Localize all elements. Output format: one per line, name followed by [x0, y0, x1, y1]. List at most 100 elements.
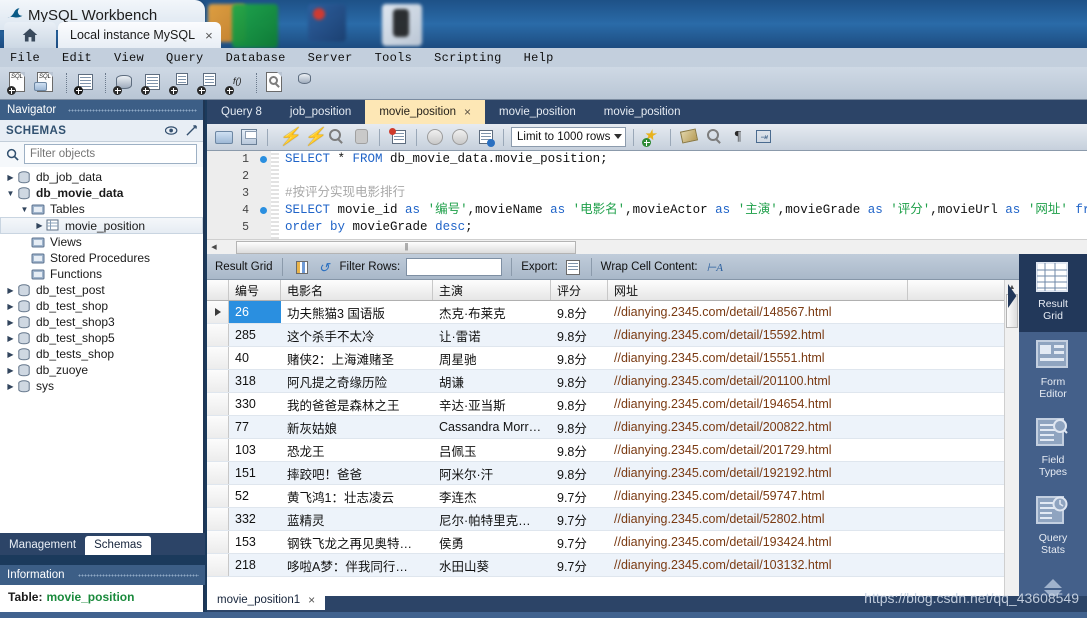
chevron-down-icon[interactable]: ▼: [4, 189, 17, 198]
table-cell-name[interactable]: 赌侠2：上海滩赌圣: [281, 347, 433, 369]
table-cell-grade[interactable]: 9.8分: [551, 416, 608, 438]
execute-statement-icon[interactable]: ⚡: [275, 126, 300, 148]
table-row[interactable]: 153 钢铁飞龙之再见奥特… 侯勇 9.7分//dianying.2345.com/d…: [207, 531, 1018, 554]
toggle-schema-contents-icon[interactable]: [165, 125, 179, 136]
tree-item-db-tests-shop[interactable]: ▶ db_tests_shop: [0, 346, 203, 362]
row-marker[interactable]: [207, 347, 229, 369]
chevron-right-icon[interactable]: ▶: [4, 366, 17, 375]
menu-scripting[interactable]: Scripting: [423, 51, 513, 65]
new-table-icon[interactable]: [140, 70, 166, 96]
chevron-right-icon[interactable]: ▶: [4, 382, 17, 391]
table-cell-name[interactable]: 摔跤吧！爸爸: [281, 462, 433, 484]
table-cell-id[interactable]: 26: [229, 301, 281, 323]
table-cell-url[interactable]: //dianying.2345.com/detail/59747.html: [608, 485, 908, 507]
column-header-grade[interactable]: 评分: [551, 280, 608, 300]
autocommit-icon[interactable]: [474, 126, 496, 148]
row-marker[interactable]: [207, 416, 229, 438]
table-cell-url[interactable]: //dianying.2345.com/detail/201100.html: [608, 370, 908, 392]
close-icon[interactable]: ×: [308, 593, 315, 607]
table-cell-grade[interactable]: 9.7分: [551, 508, 608, 530]
beautify-sql-icon[interactable]: [678, 126, 700, 148]
open-sql-file-icon[interactable]: SQL: [34, 70, 60, 96]
tree-item-movie-position[interactable]: ▶ movie_position: [0, 217, 203, 234]
table-cell-grade[interactable]: 9.8分: [551, 347, 608, 369]
save-script-icon[interactable]: [238, 126, 260, 148]
rollback-icon[interactable]: [449, 126, 471, 148]
table-cell-actor[interactable]: 尼尔·帕特里克…: [433, 508, 551, 530]
table-cell-actor[interactable]: 胡谦: [433, 370, 551, 392]
table-cell-grade[interactable]: 9.8分: [551, 462, 608, 484]
tab-schemas[interactable]: Schemas: [85, 536, 152, 555]
table-row[interactable]: 285 这个杀手不太冷 让·雷诺 9.8分//dianying.2345.com/de…: [207, 324, 1018, 347]
table-cell-actor[interactable]: 吕佩玉: [433, 439, 551, 461]
sql-code-area[interactable]: SELECT * FROM db_movie_data.movie_positi…: [279, 151, 1087, 239]
column-header-id[interactable]: 编号: [229, 280, 281, 300]
side-panel-item-result-grid[interactable]: Result Grid: [1019, 254, 1087, 332]
tree-item-sys[interactable]: ▶ sys: [0, 378, 203, 394]
chevron-right-icon[interactable]: ▶: [33, 221, 46, 230]
editor-tab-1-job-position[interactable]: job_position: [276, 100, 365, 124]
tree-item-db-job-data[interactable]: ▶ db_job_data: [0, 169, 203, 185]
row-marker[interactable]: [207, 508, 229, 530]
new-sql-file-icon[interactable]: SQL: [6, 70, 32, 96]
table-cell-url[interactable]: //dianying.2345.com/detail/192192.html: [608, 462, 908, 484]
table-row[interactable]: 332 蓝精灵 尼尔·帕特里克… 9.7分//dianying.2345.com/de…: [207, 508, 1018, 531]
connection-info-icon[interactable]: [73, 70, 99, 96]
table-cell-url[interactable]: //dianying.2345.com/detail/52802.html: [608, 508, 908, 530]
tab-local-instance-mysql[interactable]: Local instance MySQL ×: [58, 22, 221, 48]
new-schema-icon[interactable]: [112, 70, 138, 96]
menu-file[interactable]: File: [0, 51, 51, 65]
table-cell-name[interactable]: 功夫熊猫3 国语版: [281, 301, 433, 323]
row-marker[interactable]: [207, 485, 229, 507]
new-function-icon[interactable]: f(): [224, 70, 250, 96]
table-row[interactable]: 40 赌侠2：上海滩赌圣 周星驰 9.8分//dianying.2345.com/de…: [207, 347, 1018, 370]
row-marker[interactable]: [207, 531, 229, 553]
side-panel-item-field-types[interactable]: Field Types: [1019, 410, 1087, 488]
new-view-icon[interactable]: [168, 70, 194, 96]
table-cell-url[interactable]: //dianying.2345.com/detail/201729.html: [608, 439, 908, 461]
row-marker[interactable]: [207, 462, 229, 484]
table-cell-id[interactable]: 285: [229, 324, 281, 346]
table-cell-id[interactable]: 218: [229, 554, 281, 576]
table-row[interactable]: 77 新灰姑娘 Cassandra Morr… 9.8分//dianying.2345…: [207, 416, 1018, 439]
table-cell-actor[interactable]: 辛达·亚当斯: [433, 393, 551, 415]
chevron-up-icon[interactable]: [1044, 579, 1062, 588]
editor-tab-2-movie-position[interactable]: movie_position ×: [365, 100, 486, 124]
export-recordset-icon[interactable]: [564, 258, 582, 276]
breakpoint-column[interactable]: [255, 151, 271, 239]
tree-item-db-test-shop3[interactable]: ▶ db_test_shop3: [0, 314, 203, 330]
sql-editor[interactable]: 1 2 3 4 5 SELECT * FROM db_movie_data.movie_…: [207, 151, 1087, 239]
table-cell-url[interactable]: //dianying.2345.com/detail/193424.html: [608, 531, 908, 553]
stop-script-icon[interactable]: [350, 126, 372, 148]
menu-query[interactable]: Query: [155, 51, 215, 65]
table-cell-id[interactable]: 103: [229, 439, 281, 461]
table-cell-grade[interactable]: 9.8分: [551, 324, 608, 346]
table-cell-grade[interactable]: 9.7分: [551, 554, 608, 576]
row-selected-marker-icon[interactable]: [207, 301, 229, 323]
table-cell-url[interactable]: //dianying.2345.com/detail/103132.html: [608, 554, 908, 576]
find-icon[interactable]: [703, 126, 725, 148]
table-cell-actor[interactable]: 侯勇: [433, 531, 551, 553]
inspect-table-icon[interactable]: [263, 70, 289, 96]
toggle-stop-on-error-icon[interactable]: [387, 126, 409, 148]
table-row[interactable]: 330 我的爸爸是森林之王 辛达·亚当斯 9.8分//dianying.2345.co…: [207, 393, 1018, 416]
editor-tab-0-query-8[interactable]: Query 8: [207, 100, 276, 124]
row-marker[interactable]: [207, 554, 229, 576]
row-marker[interactable]: [207, 324, 229, 346]
side-panel-item-query-stats[interactable]: Query Stats: [1019, 488, 1087, 566]
chevron-right-icon[interactable]: ▶: [4, 334, 17, 343]
scrollbar-thumb[interactable]: [236, 240, 576, 254]
wrap-lines-icon[interactable]: ⇥: [753, 126, 775, 148]
filter-rows-input[interactable]: [406, 257, 503, 276]
menu-database[interactable]: Database: [215, 51, 297, 65]
chevron-down-icon[interactable]: ▼: [18, 205, 31, 214]
breakpoint-slot[interactable]: [255, 185, 271, 202]
table-cell-name[interactable]: 这个杀手不太冷: [281, 324, 433, 346]
menu-server[interactable]: Server: [297, 51, 364, 65]
table-cell-name[interactable]: 黄飞鸿1：壮志凌云: [281, 485, 433, 507]
table-row[interactable]: 218 哆啦A梦：伴我同行… 水田山葵 9.7分//dianying.2345.com…: [207, 554, 1018, 577]
row-marker[interactable]: [207, 439, 229, 461]
table-cell-actor[interactable]: 阿米尔·汗: [433, 462, 551, 484]
table-cell-id[interactable]: 52: [229, 485, 281, 507]
table-cell-actor[interactable]: 李连杰: [433, 485, 551, 507]
